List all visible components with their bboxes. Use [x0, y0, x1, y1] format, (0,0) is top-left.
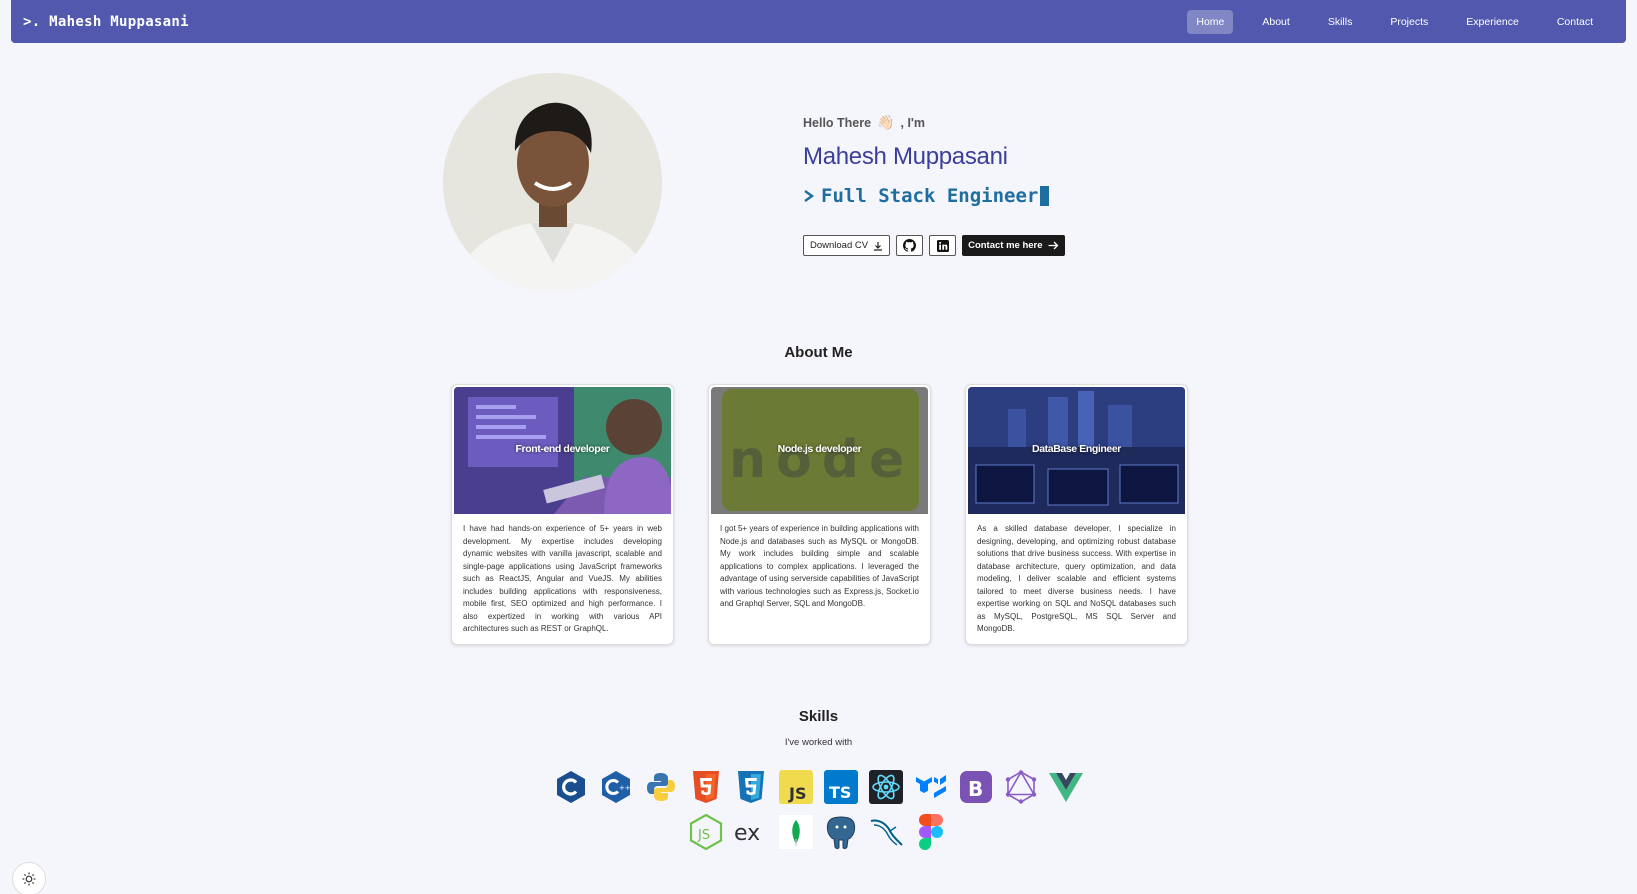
css3-icon — [733, 768, 770, 805]
download-cv-button[interactable]: Download CV — [803, 235, 891, 256]
python-icon — [643, 768, 680, 805]
hero-name: Mahesh Muppasani — [803, 143, 1008, 170]
mongodb-icon — [778, 813, 815, 850]
svg-text:JS: JS — [788, 784, 806, 803]
linkedin-button[interactable] — [929, 235, 957, 256]
svg-text:TS: TS — [829, 783, 851, 802]
about-title: About Me — [784, 344, 853, 361]
download-icon — [874, 241, 883, 251]
nav-projects[interactable]: Projects — [1381, 10, 1437, 34]
card-database-text: As a skilled database developer, I speci… — [977, 524, 1176, 633]
card-frontend-text: I have had hands-on experience of 5+ yea… — [463, 524, 662, 633]
c-icon — [553, 768, 590, 805]
github-icon — [903, 239, 917, 252]
profile-photo — [443, 73, 662, 292]
contact-me-label: Contact me here — [968, 240, 1043, 251]
hero-intro: Hello There 👋🏻 , I'm Mahesh Muppasani Fu… — [803, 114, 1065, 256]
card-database-title: DataBase Engineer — [1032, 443, 1121, 455]
greeting-suffix: , I'm — [900, 115, 926, 130]
nav-contact[interactable]: Contact — [1548, 10, 1602, 34]
database-image: DataBase Engineer — [968, 387, 1185, 514]
linkedin-icon — [936, 239, 949, 252]
arrow-right-icon — [1048, 241, 1058, 250]
about-cards: Front-end developer I have had hands-on … — [451, 384, 1188, 645]
chevron-right-icon — [804, 190, 815, 202]
svg-text:B: B — [968, 777, 983, 801]
figma-icon — [913, 813, 950, 850]
typescript-icon: TS — [823, 768, 860, 805]
nav-links: Home About Skills Projects Experience Co… — [1173, 9, 1602, 34]
skills-row-2: JS ex — [0, 813, 1637, 850]
bootstrap-icon: B — [958, 768, 995, 805]
graphql-icon — [1003, 768, 1040, 805]
role-text: Full Stack Engineer — [821, 185, 1039, 207]
greeting-text: Hello There — [803, 115, 872, 130]
nodejs-icon: JS — [688, 813, 725, 850]
express-icon: ex — [733, 813, 770, 850]
postgresql-icon — [823, 813, 860, 850]
greeting-line: Hello There 👋🏻 , I'm — [803, 114, 1065, 131]
github-button[interactable] — [896, 235, 924, 256]
skills-row-1: ++ JS TS B — [0, 768, 1637, 805]
nodejs-image: node Node.js developer — [711, 387, 928, 514]
javascript-icon: JS — [778, 768, 815, 805]
mui-icon — [913, 768, 950, 805]
card-frontend-title: Front-end developer — [515, 443, 610, 455]
navbar: >. Mahesh Muppasani Home About Skills Pr… — [11, 0, 1626, 43]
card-database: DataBase Engineer As a skilled database … — [965, 384, 1188, 645]
nav-about[interactable]: About — [1253, 10, 1298, 34]
card-nodejs-title: Node.js developer — [777, 443, 862, 455]
mysql-icon — [868, 813, 905, 850]
sun-icon — [22, 872, 36, 886]
frontend-image: Front-end developer — [454, 387, 671, 514]
svg-text:node: node — [729, 430, 914, 490]
skills-subtitle: I've worked with — [784, 737, 853, 748]
svg-text:ex: ex — [734, 821, 760, 844]
card-nodejs-text: I got 5+ years of experience in building… — [720, 524, 919, 608]
hero-role: Full Stack Engineer — [803, 185, 1065, 207]
theme-toggle-button[interactable] — [12, 862, 46, 894]
wave-icon: 👋🏻 — [877, 114, 895, 130]
contact-me-button[interactable]: Contact me here — [962, 235, 1065, 256]
nav-home[interactable]: Home — [1187, 9, 1234, 34]
card-nodejs: node Node.js developer I got 5+ years of… — [708, 384, 931, 645]
svg-text:JS: JS — [697, 828, 710, 843]
brand-logo[interactable]: >. Mahesh Muppasani — [23, 14, 189, 30]
typing-cursor — [1040, 186, 1050, 206]
card-frontend: Front-end developer I have had hands-on … — [451, 384, 674, 645]
react-icon — [868, 768, 905, 805]
download-cv-label: Download CV — [810, 240, 869, 251]
cpp-icon: ++ — [598, 768, 635, 805]
skills-title: Skills — [798, 708, 839, 725]
nav-skills[interactable]: Skills — [1319, 10, 1362, 34]
hero-actions: Download CV Contact me here — [803, 235, 1065, 256]
vue-icon — [1048, 768, 1085, 805]
nav-experience[interactable]: Experience — [1457, 10, 1528, 34]
svg-text:++: ++ — [619, 784, 631, 792]
html5-icon — [688, 768, 725, 805]
